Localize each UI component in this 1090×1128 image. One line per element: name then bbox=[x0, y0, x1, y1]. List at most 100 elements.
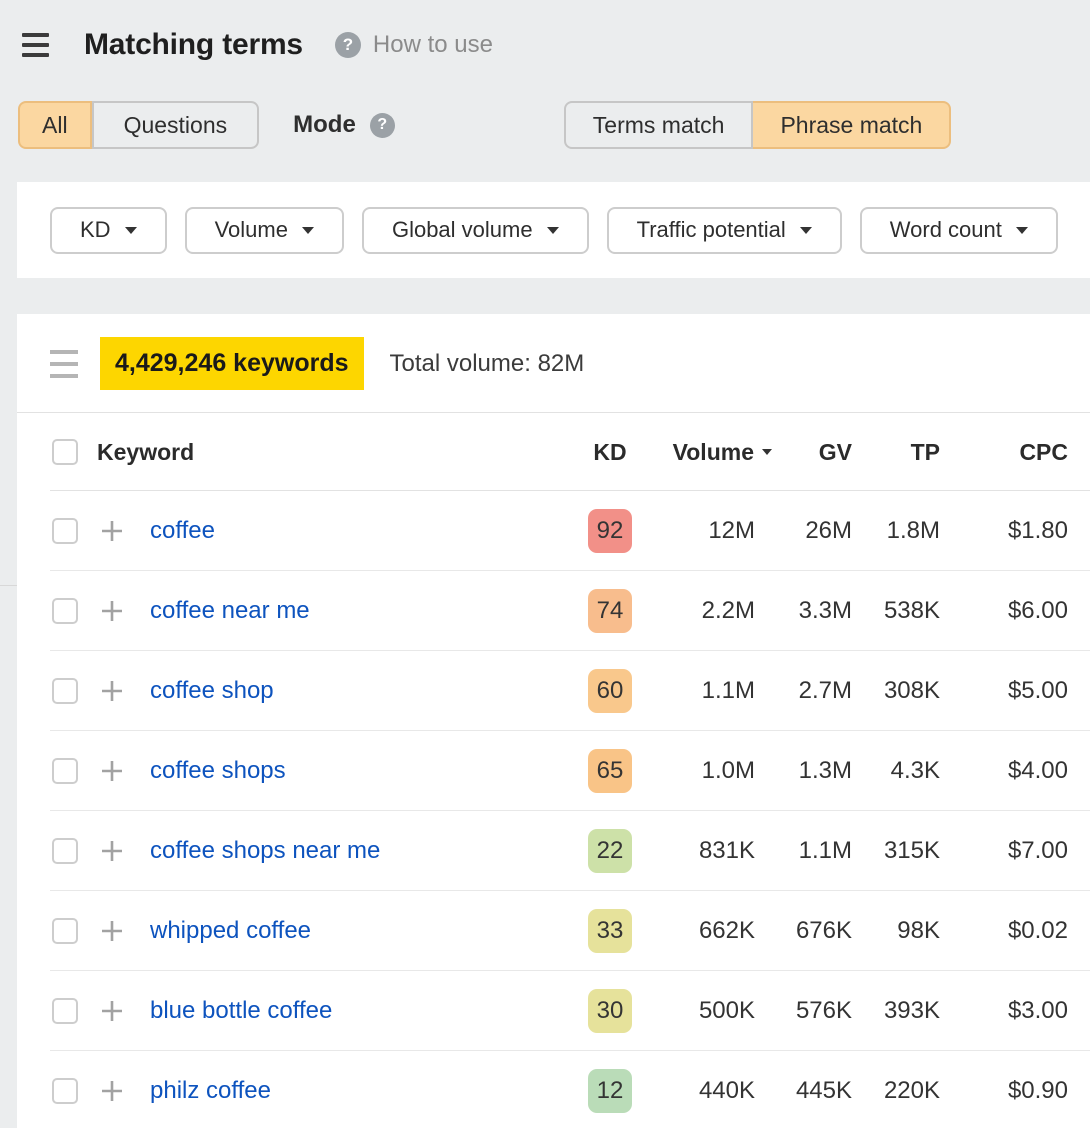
filter-button-global-volume[interactable]: Global volume bbox=[362, 207, 589, 254]
add-keyword-icon[interactable] bbox=[100, 1079, 124, 1103]
left-strip-divider bbox=[0, 585, 17, 586]
how-to-use-link[interactable]: ? How to use bbox=[335, 31, 493, 59]
table-row: coffee 92 12M 26M 1.8M $1.80 bbox=[17, 491, 1090, 571]
gv-cell: 26M bbox=[805, 517, 852, 545]
cpc-cell: $3.00 bbox=[1008, 997, 1068, 1025]
gv-cell: 1.3M bbox=[799, 757, 852, 785]
table-row: coffee shop 60 1.1M 2.7M 308K $5.00 bbox=[17, 651, 1090, 731]
keyword-link[interactable]: coffee shops near me bbox=[124, 837, 588, 865]
column-header-volume[interactable]: Volume bbox=[673, 439, 772, 466]
menu-icon[interactable] bbox=[22, 33, 49, 57]
mode-help-icon[interactable]: ? bbox=[370, 113, 395, 138]
filter-button-volume[interactable]: Volume bbox=[185, 207, 344, 254]
scope-segmented-control: All Questions bbox=[18, 101, 259, 149]
table-header: Keyword KD Volume GV TP CPC bbox=[17, 413, 1090, 491]
kd-badge: 74 bbox=[588, 589, 632, 633]
add-keyword-icon[interactable] bbox=[100, 519, 124, 543]
column-header-tp[interactable]: TP bbox=[911, 439, 940, 466]
keyword-link[interactable]: philz coffee bbox=[124, 1077, 588, 1105]
column-header-cpc[interactable]: CPC bbox=[1019, 439, 1068, 466]
row-checkbox[interactable] bbox=[52, 598, 78, 624]
kd-badge: 33 bbox=[588, 909, 632, 953]
tp-cell: 308K bbox=[884, 677, 940, 705]
add-keyword-icon[interactable] bbox=[100, 839, 124, 863]
cpc-cell: $4.00 bbox=[1008, 757, 1068, 785]
volume-header-label: Volume bbox=[673, 439, 754, 466]
how-to-use-label: How to use bbox=[373, 31, 493, 59]
kd-badge: 12 bbox=[588, 1069, 632, 1113]
keyword-link[interactable]: coffee near me bbox=[124, 597, 588, 625]
column-header-gv[interactable]: GV bbox=[819, 439, 852, 466]
volume-cell: 12M bbox=[708, 517, 755, 545]
gv-cell: 576K bbox=[796, 997, 852, 1025]
table-row: coffee shops near me 22 831K 1.1M 315K $… bbox=[17, 811, 1090, 891]
chevron-down-icon bbox=[547, 227, 559, 234]
kd-badge: 60 bbox=[588, 669, 632, 713]
add-keyword-icon[interactable] bbox=[100, 759, 124, 783]
kd-badge: 22 bbox=[588, 829, 632, 873]
add-keyword-icon[interactable] bbox=[100, 679, 124, 703]
filter-button-kd[interactable]: KD bbox=[50, 207, 167, 254]
mode-label-group: Mode ? bbox=[293, 111, 395, 139]
keyword-link[interactable]: coffee shops bbox=[124, 757, 588, 785]
filter-bar: KD Volume Global volume Traffic potentia… bbox=[17, 182, 1090, 278]
volume-cell: 1.1M bbox=[702, 677, 755, 705]
row-checkbox[interactable] bbox=[52, 918, 78, 944]
tp-cell: 315K bbox=[884, 837, 940, 865]
keyword-link[interactable]: blue bottle coffee bbox=[124, 997, 588, 1025]
keyword-link[interactable]: whipped coffee bbox=[124, 917, 588, 945]
row-checkbox[interactable] bbox=[52, 758, 78, 784]
keyword-link[interactable]: coffee bbox=[124, 517, 588, 545]
tp-cell: 220K bbox=[884, 1077, 940, 1105]
page-title: Matching terms bbox=[84, 28, 303, 62]
filter-button-traffic-potential[interactable]: Traffic potential bbox=[607, 207, 842, 254]
select-all-checkbox[interactable] bbox=[52, 439, 78, 465]
filter-button-word-count[interactable]: Word count bbox=[860, 207, 1058, 254]
table-row: whipped coffee 33 662K 676K 98K $0.02 bbox=[17, 891, 1090, 971]
row-checkbox[interactable] bbox=[52, 678, 78, 704]
volume-cell: 831K bbox=[699, 837, 755, 865]
column-header-kd[interactable]: KD bbox=[593, 439, 626, 466]
gv-cell: 1.1M bbox=[799, 837, 852, 865]
table-row: coffee shops 65 1.0M 1.3M 4.3K $4.00 bbox=[17, 731, 1090, 811]
chevron-down-icon bbox=[800, 227, 812, 234]
mode-label: Mode bbox=[293, 111, 356, 139]
volume-cell: 1.0M bbox=[702, 757, 755, 785]
keyword-link[interactable]: coffee shop bbox=[124, 677, 588, 705]
tp-cell: 393K bbox=[884, 997, 940, 1025]
sort-desc-icon bbox=[762, 449, 772, 455]
gv-cell: 676K bbox=[796, 917, 852, 945]
row-checkbox[interactable] bbox=[52, 838, 78, 864]
cpc-cell: $1.80 bbox=[1008, 517, 1068, 545]
filter-label: Traffic potential bbox=[637, 217, 786, 243]
table-body: coffee 92 12M 26M 1.8M $1.80 coffee near… bbox=[17, 491, 1090, 1128]
filter-label: Word count bbox=[890, 217, 1002, 243]
volume-cell: 440K bbox=[699, 1077, 755, 1105]
gv-cell: 2.7M bbox=[799, 677, 852, 705]
export-list-icon[interactable] bbox=[50, 350, 78, 378]
match-mode-segmented-control: Terms match Phrase match bbox=[564, 101, 952, 149]
chevron-down-icon bbox=[302, 227, 314, 234]
tp-cell: 4.3K bbox=[891, 757, 940, 785]
results-panel: 4,429,246 keywords Total volume: 82M Key… bbox=[17, 314, 1090, 1128]
add-keyword-icon[interactable] bbox=[100, 999, 124, 1023]
row-checkbox[interactable] bbox=[52, 1078, 78, 1104]
table-row: blue bottle coffee 30 500K 576K 393K $3.… bbox=[17, 971, 1090, 1051]
kd-badge: 30 bbox=[588, 989, 632, 1033]
table-row: philz coffee 12 440K 445K 220K $0.90 bbox=[17, 1051, 1090, 1128]
tab-all[interactable]: All bbox=[18, 101, 92, 149]
tab-terms-match[interactable]: Terms match bbox=[564, 101, 754, 149]
add-keyword-icon[interactable] bbox=[100, 919, 124, 943]
cpc-cell: $0.90 bbox=[1008, 1077, 1068, 1105]
tab-questions[interactable]: Questions bbox=[92, 101, 260, 149]
row-checkbox[interactable] bbox=[52, 998, 78, 1024]
column-header-keyword[interactable]: Keyword bbox=[78, 439, 588, 466]
add-keyword-icon[interactable] bbox=[100, 599, 124, 623]
tp-cell: 538K bbox=[884, 597, 940, 625]
chevron-down-icon bbox=[1016, 227, 1028, 234]
tab-phrase-match[interactable]: Phrase match bbox=[753, 101, 951, 149]
gv-cell: 3.3M bbox=[799, 597, 852, 625]
row-checkbox[interactable] bbox=[52, 518, 78, 544]
cpc-cell: $6.00 bbox=[1008, 597, 1068, 625]
kd-badge: 65 bbox=[588, 749, 632, 793]
